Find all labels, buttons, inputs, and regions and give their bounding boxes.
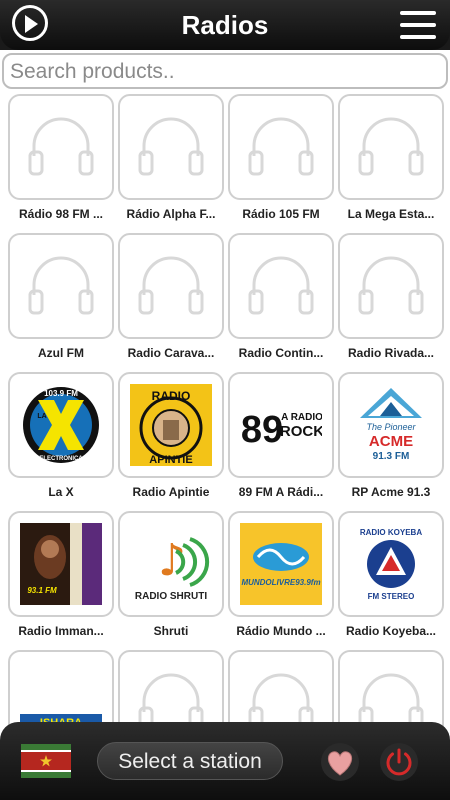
headphones-icon[interactable] — [228, 233, 334, 339]
station-name: Radio Carava... — [127, 346, 215, 360]
logo-text: RADIO — [152, 389, 191, 403]
headphones-icon[interactable] — [118, 233, 224, 339]
player-bar: Select a station — [0, 722, 450, 800]
headphones-icon[interactable] — [118, 94, 224, 200]
station-name: Shruti — [153, 624, 189, 638]
main-content: Rádio 98 FM ... Rádio Alpha F... Rádio 105… — [0, 50, 450, 800]
station-logo[interactable]: RADIO KOYEBA FM STEREO — [338, 511, 444, 617]
select-station-button[interactable]: Select a station — [97, 742, 283, 780]
station-name: Azul FM — [38, 346, 84, 360]
station-name: Radio Contin... — [238, 346, 324, 360]
logo-text: ACME — [369, 433, 413, 450]
station-card[interactable]: Radio Rivada... — [338, 233, 448, 371]
logo-text: The Pioneer — [366, 422, 416, 432]
station-card[interactable]: RADIO KOYEBA FM STEREO Radio Koyeba... — [338, 511, 448, 649]
station-card[interactable]: Radio Contin... — [228, 233, 338, 371]
logo-text: MUNDOLIVRE93.9fm — [241, 578, 320, 587]
logo-text: ELECTRONICA — [39, 456, 83, 462]
logo-text: 91.3 FM — [373, 451, 410, 462]
logo-text: 89 — [241, 409, 283, 451]
power-icon[interactable] — [379, 742, 419, 782]
page-title: Radios — [181, 10, 269, 40]
logo-text: RADIO SHRUTI — [135, 591, 207, 602]
logo-text: APINTIE — [149, 454, 192, 466]
station-logo[interactable]: The Pioneer ACME 91.3 FM — [338, 372, 444, 478]
station-card[interactable]: Rádio Alpha F... — [118, 94, 228, 232]
station-name: La Mega Esta... — [347, 207, 435, 221]
search-input[interactable] — [8, 56, 432, 88]
station-logo[interactable]: ♪ RADIO SHRUTI — [118, 511, 224, 617]
logo-text: 93.1 FM — [27, 586, 57, 595]
headphones-icon[interactable] — [228, 94, 334, 200]
station-name: 89 FM A Rádi... — [238, 485, 324, 499]
station-name: Rádio Mundo ... — [236, 624, 326, 638]
station-card[interactable]: Rádio 98 FM ... — [8, 94, 118, 232]
station-logo[interactable]: MUNDOLIVRE93.9fm — [228, 511, 334, 617]
station-card[interactable]: RADIO APINTIE Radio Apintie — [118, 372, 228, 510]
search-box[interactable] — [2, 53, 448, 89]
station-name: Radio Koyeba... — [345, 624, 437, 638]
headphones-icon[interactable] — [8, 94, 114, 200]
station-card[interactable]: Azul FM — [8, 233, 118, 371]
top-bar: Radios — [0, 0, 450, 50]
station-card[interactable]: ♪ RADIO SHRUTI Shruti — [118, 511, 228, 649]
logo-text: RADIO KOYEBA — [360, 528, 422, 537]
logo-text: 103.9 FM — [44, 389, 78, 398]
logo-text: A RADIO — [281, 412, 322, 423]
station-name: Radio Imman... — [18, 624, 104, 638]
station-name: Radio Apintie — [132, 485, 210, 499]
station-card[interactable]: Radio Carava... — [118, 233, 228, 371]
station-card[interactable]: La Mega Esta... — [338, 94, 448, 232]
station-logo[interactable]: 103.9 FMLAXELECTRONICA — [8, 372, 114, 478]
suriname-flag-icon[interactable] — [21, 744, 71, 778]
station-card[interactable]: The Pioneer ACME 91.3 FM RP Acme 91.3 — [338, 372, 448, 510]
station-name: RP Acme 91.3 — [351, 485, 431, 499]
station-card[interactable]: 93.1 FM Radio Imman... — [8, 511, 118, 649]
station-logo[interactable]: 93.1 FM — [8, 511, 114, 617]
station-name: Radio Rivada... — [347, 346, 435, 360]
station-logo[interactable]: 89 A RADIO ROCK — [228, 372, 334, 478]
station-card[interactable]: Rádio 105 FM — [228, 94, 338, 232]
heart-icon[interactable] — [320, 742, 360, 782]
station-logo[interactable]: RADIO APINTIE — [118, 372, 224, 478]
logo-text: ROCK — [280, 423, 322, 440]
headphones-icon[interactable] — [8, 233, 114, 339]
logo-text: LA — [37, 413, 46, 420]
station-card[interactable]: 89 A RADIO ROCK 89 FM A Rádi... — [228, 372, 338, 510]
headphones-icon[interactable] — [338, 233, 444, 339]
station-name: Rádio Alpha F... — [126, 207, 216, 221]
station-name: La X — [48, 485, 74, 499]
logo-text: FM STEREO — [368, 592, 415, 601]
station-name: Rádio 105 FM — [242, 207, 320, 221]
station-card[interactable]: MUNDOLIVRE93.9fm Rádio Mundo ... — [228, 511, 338, 649]
station-name: Rádio 98 FM ... — [18, 207, 103, 221]
hamburger-menu-icon[interactable] — [400, 11, 436, 39]
headphones-icon[interactable] — [338, 94, 444, 200]
station-card[interactable]: 103.9 FMLAXELECTRONICALa X — [8, 372, 118, 510]
